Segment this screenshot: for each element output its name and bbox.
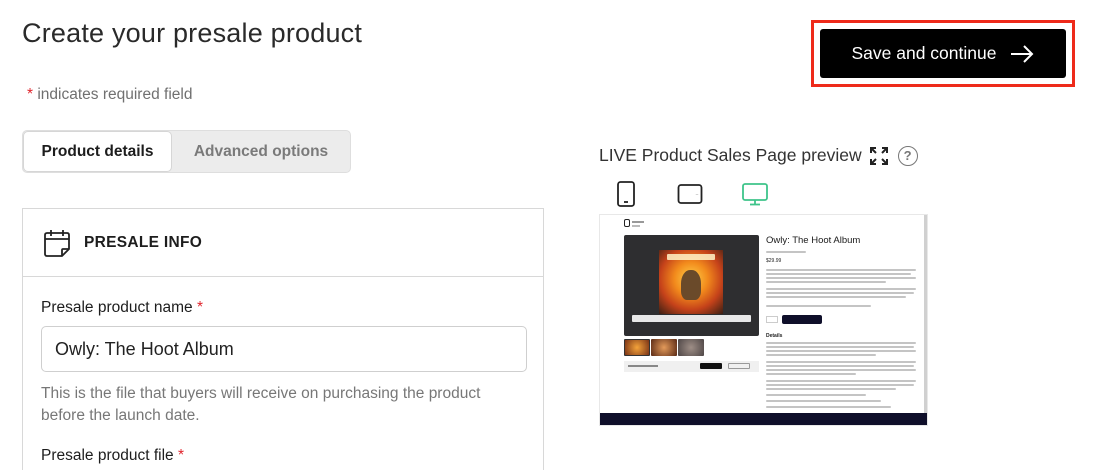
preview-thumbnail	[624, 339, 650, 356]
preview-logo-line	[632, 221, 644, 223]
preview-bar-button	[728, 363, 750, 369]
preview-text-line	[766, 346, 914, 348]
preview-text-line	[766, 380, 916, 382]
presale-name-label: Presale product name *	[41, 299, 203, 317]
preview-text-line	[766, 305, 871, 307]
preview-logo-line	[632, 225, 640, 227]
preview-quantity	[766, 316, 778, 323]
calendar-note-icon	[44, 229, 70, 257]
preview-text-line	[766, 361, 916, 363]
preview-thumbnail	[651, 339, 677, 356]
preview-text-line	[766, 288, 916, 290]
owl-figure	[681, 270, 701, 300]
preview-logo-icon	[624, 219, 630, 227]
presale-info-panel: PRESALE INFO Presale product name * This…	[22, 208, 544, 470]
preview-text-line	[766, 406, 891, 408]
presale-file-required-star: *	[178, 447, 185, 464]
presale-file-label-text: Presale product file	[41, 447, 174, 464]
helper-text: This is the file that buyers will receiv…	[41, 385, 481, 424]
preview-text-line	[766, 369, 916, 371]
preview-text-line	[766, 281, 886, 283]
preview-text-line	[766, 292, 914, 294]
presale-name-input[interactable]	[41, 326, 527, 372]
preview-text-line	[766, 394, 866, 396]
preview-buy-button	[782, 315, 822, 324]
album-art-title-band	[667, 254, 715, 260]
section-title: PRESALE INFO	[84, 233, 203, 251]
preview-bar-text	[628, 365, 658, 367]
presale-name-required-star: *	[196, 299, 203, 316]
presale-info-header: PRESALE INFO	[23, 209, 543, 277]
preview-text-line	[766, 384, 914, 386]
preview-text-line	[766, 296, 906, 298]
desktop-icon[interactable]	[741, 180, 769, 208]
help-icon[interactable]: ?	[897, 145, 918, 166]
product-sales-page-preview[interactable]: Owly: The Hoot Album $29.99 Details	[599, 214, 928, 426]
preview-text-line	[766, 273, 911, 275]
preview-text-line	[766, 269, 916, 271]
preview-title-row: LIVE Product Sales Page preview ?	[599, 145, 918, 166]
album-art	[659, 250, 723, 314]
preview-text-line	[766, 373, 856, 375]
tab-advanced-options[interactable]: Advanced options	[172, 131, 350, 172]
save-and-continue-button[interactable]: Save and continue	[820, 29, 1066, 78]
preview-product-image	[624, 235, 759, 336]
preview-text-line	[766, 251, 806, 253]
preview-footer	[600, 413, 927, 425]
preview-sticky-bar	[624, 361, 759, 372]
tablet-icon[interactable]	[677, 180, 703, 208]
presale-name-label-text: Presale product name	[41, 299, 193, 316]
save-button-label: Save and continue	[851, 43, 997, 63]
tab-product-details[interactable]: Product details	[23, 131, 172, 172]
preview-details-heading: Details	[766, 333, 783, 339]
preview-scrollbar[interactable]	[924, 215, 927, 413]
preview-text-line	[766, 350, 916, 352]
page-title: Create your presale product	[22, 18, 363, 48]
expand-icon[interactable]	[869, 146, 888, 165]
preview-text-line	[766, 277, 916, 279]
preview-text-line	[766, 400, 881, 402]
album-shelf	[632, 315, 751, 322]
preview-thumbnail	[678, 339, 704, 356]
product-tabs: Product details Advanced options	[22, 130, 351, 173]
preview-price: $29.99	[766, 258, 782, 264]
required-note-text: indicates required field	[33, 86, 193, 103]
mobile-icon[interactable]	[616, 180, 636, 208]
preview-text-line	[766, 365, 914, 367]
preview-text-line	[766, 388, 896, 390]
preview-product-title: Owly: The Hoot Album	[766, 235, 861, 246]
presale-file-label: Presale product file *	[41, 447, 184, 465]
required-field-note: * indicates required field	[27, 86, 192, 104]
preview-title: LIVE Product Sales Page preview	[599, 145, 862, 165]
arrow-right-icon	[1011, 44, 1034, 63]
preview-text-line	[766, 354, 876, 356]
preview-text-line	[766, 342, 916, 344]
preview-bar-button	[700, 363, 722, 369]
